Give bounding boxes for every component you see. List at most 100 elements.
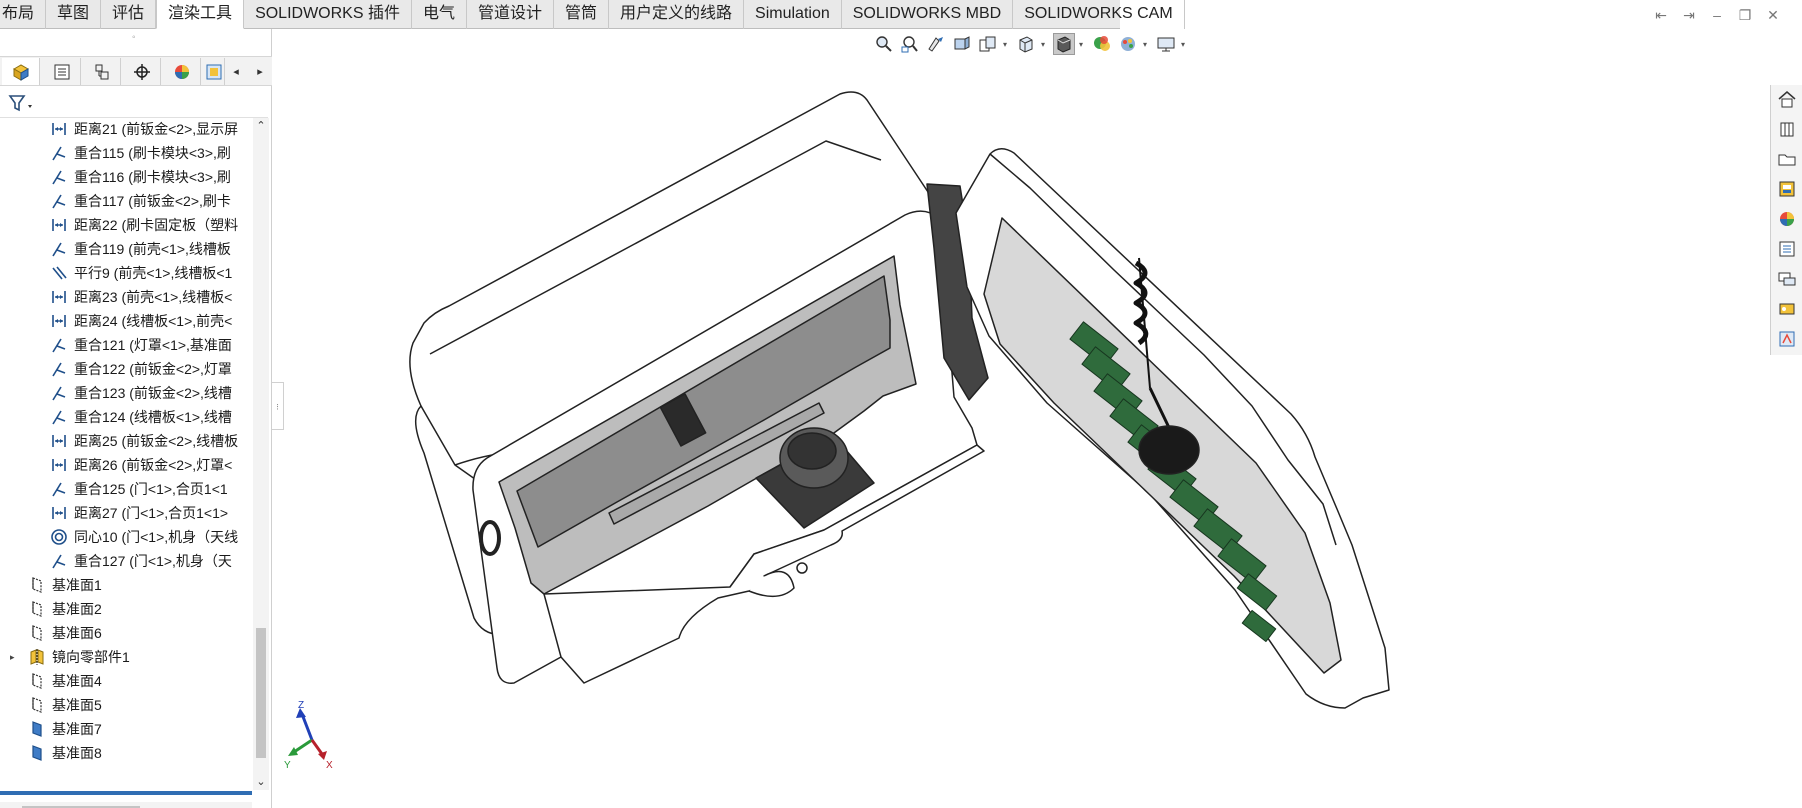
ribbon-tab[interactable]: SOLIDWORKS CAM — [1013, 0, 1185, 29]
ribbon-tab[interactable]: SOLIDWORKS 插件 — [244, 0, 412, 29]
file-explorer-icon[interactable] — [1775, 147, 1799, 171]
display-manager-tab[interactable] — [163, 58, 201, 85]
tabs-scroll-left-button[interactable]: ◂ — [228, 62, 244, 82]
edit-appearance-icon[interactable] — [1117, 33, 1139, 55]
property-manager-tab[interactable] — [43, 58, 81, 85]
tree-item[interactable]: 基准面5 — [28, 693, 102, 717]
close-button[interactable]: ✕ — [1764, 6, 1782, 24]
ribbon-tab[interactable]: 管道设计 — [467, 0, 555, 29]
previous-view-icon[interactable] — [925, 33, 947, 55]
tree-vertical-scrollbar[interactable]: ⌃ ⌄ — [253, 118, 269, 790]
configuration-manager-tab[interactable] — [83, 58, 121, 85]
zoom-to-area-icon[interactable] — [899, 33, 921, 55]
restore-right-icon[interactable]: ⇥ — [1680, 6, 1698, 24]
filter-icon[interactable] — [8, 93, 36, 113]
scroll-thumb[interactable] — [256, 628, 266, 758]
tree-item[interactable]: 重合119 (前壳<1>,线槽板 — [50, 237, 231, 261]
ribbon-tab[interactable]: 用户定义的线路 — [609, 0, 745, 29]
tree-item[interactable]: 重合123 (前钣金<2>,线槽 — [50, 381, 232, 405]
forum-icon[interactable] — [1775, 267, 1799, 291]
pane-splitter-handle[interactable]: ⁝ — [272, 382, 284, 430]
home-icon[interactable] — [1775, 87, 1799, 111]
design-library-icon[interactable] — [1775, 117, 1799, 141]
tree-item[interactable]: 重合124 (线槽板<1>,线槽 — [50, 405, 232, 429]
tree-item[interactable]: 距离23 (前壳<1>,线槽板< — [50, 285, 232, 309]
tree-item[interactable]: 重合127 (门<1>,机身（天 — [50, 549, 232, 573]
dropdown-arrow-icon[interactable]: ▾ — [1041, 40, 1049, 49]
view-settings-icon[interactable] — [1155, 33, 1177, 55]
tree-item[interactable]: 距离26 (前钣金<2>,灯罩< — [50, 453, 232, 477]
tree-item[interactable]: 重合117 (前钣金<2>,刷卡 — [50, 189, 231, 213]
ribbon-tab[interactable]: 评估 — [101, 0, 157, 29]
ribbon-tab[interactable]: SOLIDWORKS MBD — [842, 0, 1014, 29]
maximize-button[interactable]: ❐ — [1736, 6, 1754, 24]
dropdown-arrow-icon[interactable]: ▾ — [1181, 40, 1189, 49]
tree-item[interactable]: 基准面4 — [28, 669, 102, 693]
tree-rollback-bar[interactable] — [0, 791, 252, 795]
ribbon-tab[interactable]: 电气 — [412, 0, 467, 29]
pane-grip-icon[interactable]: ◦ — [132, 32, 136, 43]
tree-item-label: 重合115 (刷卡模块<3>,刷 — [74, 145, 231, 161]
tree-item[interactable]: 重合122 (前钣金<2>,灯罩 — [50, 357, 232, 381]
dimxpert-tab[interactable] — [123, 58, 161, 85]
tree-item[interactable]: 基准面1 — [28, 573, 102, 597]
section-view-icon[interactable] — [951, 33, 973, 55]
ribbon-tab[interactable]: 渲染工具 — [156, 0, 245, 29]
tree-item-label: 重合122 (前钣金<2>,灯罩 — [74, 361, 232, 377]
restore-left-icon[interactable]: ⇤ — [1652, 6, 1670, 24]
ribbon-tab[interactable]: 草图 — [46, 0, 102, 29]
dropdown-arrow-icon[interactable]: ▾ — [1003, 40, 1011, 49]
tree-horizontal-scrollbar[interactable]: ‹ › — [0, 802, 252, 808]
distance-mate-icon — [50, 120, 68, 138]
tree-item[interactable]: 镜向零部件1 — [28, 645, 130, 669]
view-orientation-icon[interactable] — [1015, 33, 1037, 55]
tree-item[interactable]: 距离24 (线槽板<1>,前壳< — [50, 309, 232, 333]
tree-item[interactable]: 距离21 (前钣金<2>,显示屏 — [50, 117, 238, 141]
tree-item[interactable]: 重合125 (门<1>,合页1<1 — [50, 477, 228, 501]
tree-item[interactable]: 重合115 (刷卡模块<3>,刷 — [50, 141, 231, 165]
feature-manager-tab[interactable] — [2, 58, 40, 85]
custom-properties-icon[interactable] — [1775, 237, 1799, 261]
scroll-right-icon[interactable]: › — [244, 802, 248, 808]
coincident-mate-icon — [50, 336, 68, 354]
tabs-scroll-right-button[interactable]: ▸ — [252, 62, 268, 82]
ribbon-tab[interactable]: Simulation — [744, 0, 842, 29]
cam-manager-tab[interactable] — [203, 58, 225, 85]
feature-tree: 距离21 (前钣金<2>,显示屏重合115 (刷卡模块<3>,刷重合116 (刷… — [0, 116, 252, 796]
ribbon-tab[interactable]: 布局 — [0, 0, 47, 29]
window-controls: ⇤ ⇥ – ❐ ✕ — [1652, 6, 1782, 24]
tree-item[interactable]: 距离25 (前钣金<2>,线槽板 — [50, 429, 238, 453]
graphics-viewport[interactable] — [284, 58, 1764, 808]
dynamic-annotation-icon[interactable] — [977, 33, 999, 55]
display-style-icon[interactable] — [1053, 33, 1075, 55]
tree-item[interactable]: 重合121 (灯罩<1>,基准面 — [50, 333, 232, 357]
hide-show-items-icon[interactable] — [1091, 33, 1113, 55]
tree-item[interactable]: 距离27 (门<1>,合页1<1> — [50, 501, 228, 525]
scroll-down-icon[interactable]: ⌄ — [253, 774, 269, 790]
tree-item[interactable]: 重合116 (刷卡模块<3>,刷 — [50, 165, 231, 189]
view-palette-icon[interactable] — [1775, 177, 1799, 201]
tree-item[interactable]: 基准面2 — [28, 597, 102, 621]
tree-item[interactable]: 同心10 (门<1>,机身（天线 — [50, 525, 238, 549]
tree-item[interactable]: 基准面7 — [28, 717, 102, 741]
tree-item-label: 同心10 (门<1>,机身（天线 — [74, 529, 239, 545]
3d-content-icon[interactable] — [1775, 297, 1799, 321]
scroll-up-icon[interactable]: ⌃ — [253, 118, 269, 134]
minimize-button[interactable]: – — [1708, 6, 1726, 24]
tree-item[interactable]: 基准面6 — [28, 621, 102, 645]
zoom-to-fit-icon[interactable] — [873, 33, 895, 55]
dropdown-arrow-icon[interactable]: ▾ — [1143, 40, 1151, 49]
scroll-left-icon[interactable]: ‹ — [6, 802, 10, 808]
appearances-scenes-icon[interactable] — [1775, 207, 1799, 231]
tree-item[interactable]: 基准面8 — [28, 741, 102, 765]
dropdown-arrow-icon[interactable]: ▾ — [1079, 40, 1087, 49]
solidworks-resources-icon[interactable] — [1775, 327, 1799, 351]
ribbon-tab[interactable]: 管筒 — [554, 0, 610, 29]
plane-icon — [28, 696, 46, 714]
expand-arrow-icon[interactable]: ▸ — [10, 645, 20, 669]
tree-item[interactable]: 平行9 (前壳<1>,线槽板<1 — [50, 261, 232, 285]
coincident-mate-icon — [50, 240, 68, 258]
tree-item-label: 重合123 (前钣金<2>,线槽 — [74, 385, 232, 401]
tree-item[interactable]: 距离22 (刷卡固定板（塑料 — [50, 213, 238, 237]
lock-knob — [479, 520, 501, 556]
